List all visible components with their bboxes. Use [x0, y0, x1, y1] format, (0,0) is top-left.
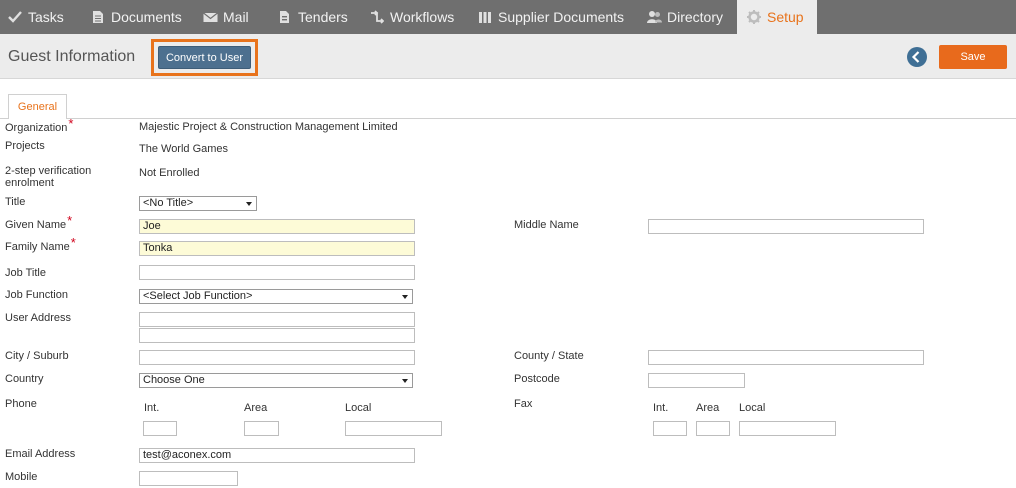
workflow-icon: [370, 10, 385, 24]
county-field[interactable]: [648, 350, 924, 365]
mobile-label: Mobile: [5, 471, 38, 483]
chevron-left-icon: [911, 51, 920, 63]
page-title: Guest Information: [8, 48, 136, 65]
nav-documents-label: Documents: [111, 9, 182, 25]
nav-documents[interactable]: Documents: [91, 0, 182, 34]
family-name-label: Family Name*: [5, 235, 76, 253]
convert-highlight: Convert to User: [151, 39, 258, 76]
nav-mail-label: Mail: [223, 9, 249, 25]
job-function-select[interactable]: <Select Job Function>: [139, 289, 413, 304]
fax-area-field[interactable]: [696, 421, 730, 436]
fax-area-label: Area: [696, 402, 720, 414]
fax-label: Fax: [514, 398, 533, 410]
city-label: City / Suburb: [5, 350, 69, 362]
nav-directory-label: Directory: [667, 9, 724, 25]
convert-to-user-button[interactable]: Convert to User: [158, 46, 251, 69]
phone-local-label: Local: [345, 402, 372, 414]
job-title-label: Job Title: [5, 267, 46, 279]
middle-name-label: Middle Name: [514, 219, 579, 231]
supplier-icon: [478, 10, 492, 24]
fax-local-field[interactable]: [739, 421, 836, 436]
chevron-down-icon: [400, 377, 410, 384]
two-step-value: Not Enrolled: [139, 167, 200, 179]
nav-mail[interactable]: Mail: [203, 0, 249, 34]
middle-name-field[interactable]: [648, 219, 924, 234]
country-label: Country: [5, 373, 44, 385]
mobile-field[interactable]: [139, 471, 238, 486]
email-label: Email Address: [5, 448, 76, 460]
phone-local-field[interactable]: [345, 421, 442, 436]
nav-directory[interactable]: Directory: [647, 0, 723, 34]
organization-value: Majestic Project & Construction Manageme…: [139, 121, 398, 133]
family-name-field[interactable]: Tonka: [139, 241, 415, 256]
nav-workflows-label: Workflows: [390, 9, 455, 25]
projects-value: The World Games: [139, 143, 229, 155]
page-header: Guest Information Convert to User Save: [0, 34, 1016, 79]
title-label: Title: [5, 196, 26, 208]
tab-divider: [0, 118, 1016, 119]
fax-int-label: Int.: [653, 402, 669, 414]
country-select[interactable]: Choose One: [139, 373, 413, 388]
phone-int-label: Int.: [144, 402, 160, 414]
document-icon: [91, 10, 105, 24]
nav-tenders-label: Tenders: [298, 9, 348, 25]
nav-tasks-label: Tasks: [28, 9, 64, 25]
nav-workflows[interactable]: Workflows: [370, 0, 454, 34]
tab-general[interactable]: General: [8, 94, 67, 119]
job-function-label: Job Function: [5, 289, 68, 301]
address-line-2-field[interactable]: [139, 328, 415, 343]
gear-icon: [747, 10, 761, 24]
phone-int-field[interactable]: [143, 421, 177, 436]
postcode-field[interactable]: [648, 373, 745, 388]
job-title-field[interactable]: [139, 265, 415, 280]
projects-label: Projects: [5, 140, 45, 152]
address-line-1-field[interactable]: [139, 312, 415, 327]
nav-supplier-documents-label: Supplier Documents: [498, 9, 625, 25]
back-button[interactable]: [907, 47, 927, 67]
user-address-label: User Address: [5, 312, 72, 324]
given-name-field[interactable]: Joe: [139, 219, 415, 234]
nav-setup[interactable]: Setup: [737, 0, 817, 34]
phone-area-field[interactable]: [244, 421, 279, 436]
title-select[interactable]: <No Title>: [139, 196, 257, 211]
fax-local-label: Local: [739, 402, 766, 414]
mail-icon: [203, 10, 218, 24]
chevron-down-icon: [400, 293, 410, 300]
nav-tenders[interactable]: Tenders: [278, 0, 348, 34]
top-navigation: Tasks Documents Mail Tenders Workflows S…: [0, 0, 1016, 34]
email-field[interactable]: test@aconex.com: [139, 448, 415, 463]
phone-label: Phone: [5, 398, 37, 410]
postcode-label: Postcode: [514, 373, 560, 385]
chevron-down-icon: [244, 200, 254, 207]
given-name-label: Given Name*: [5, 213, 73, 231]
save-button[interactable]: Save: [939, 45, 1007, 69]
phone-area-label: Area: [244, 402, 268, 414]
fax-int-field[interactable]: [653, 421, 687, 436]
two-step-label: 2-step verification enrolment: [5, 165, 92, 189]
nav-tasks[interactable]: Tasks: [8, 0, 64, 34]
nav-setup-label: Setup: [767, 9, 804, 25]
check-icon: [8, 10, 22, 24]
city-field[interactable]: [139, 350, 415, 365]
organization-label: Organization*: [5, 116, 74, 134]
county-label: County / State: [514, 350, 584, 362]
nav-supplier-documents[interactable]: Supplier Documents: [478, 0, 624, 34]
tenders-icon: [278, 10, 292, 24]
people-icon: [647, 10, 662, 24]
